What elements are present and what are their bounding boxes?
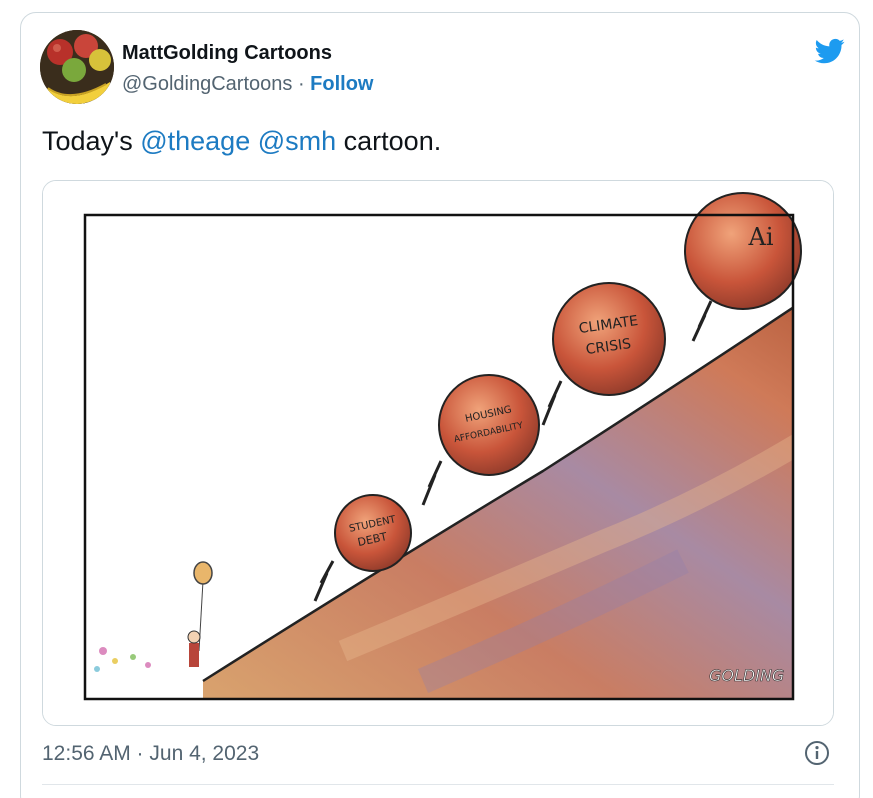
tweet-timestamp[interactable]: 12:56 AM · Jun 4, 2023 (42, 742, 259, 766)
mention-theage[interactable]: @theage (140, 126, 250, 156)
info-icon[interactable] (804, 740, 830, 766)
separator-dot: · (292, 73, 311, 95)
follow-button[interactable]: Follow (310, 73, 373, 95)
twitter-bird-icon[interactable] (812, 36, 848, 66)
footer-divider (42, 784, 834, 785)
tweet-text-suffix: cartoon. (336, 126, 442, 156)
tweet-text-prefix: Today's (42, 126, 141, 156)
mention-smh[interactable]: @smh (258, 126, 336, 156)
tweet-text-space (250, 126, 258, 156)
tweet-header: MattGolding Cartoons @GoldingCartoons · … (40, 30, 845, 104)
tweet-text: Today's @theage @smh cartoon. (42, 126, 441, 157)
cartoon-image[interactable]: STUDENT DEBT HOUSING AFFORDABILITY CLIMA… (42, 180, 834, 726)
avatar[interactable] (40, 30, 114, 104)
handle-row: @GoldingCartoons · Follow (122, 73, 374, 96)
cartoon-drawing: STUDENT DEBT HOUSING AFFORDABILITY CLIMA… (43, 181, 833, 725)
artist-signature: GOLDING (709, 666, 784, 685)
author-name[interactable]: MattGolding Cartoons (122, 42, 332, 65)
author-handle[interactable]: @GoldingCartoons (122, 73, 292, 95)
label-ai: Ai (747, 223, 773, 251)
tweet-footer: 12:56 AM · Jun 4, 2023 (42, 740, 834, 770)
